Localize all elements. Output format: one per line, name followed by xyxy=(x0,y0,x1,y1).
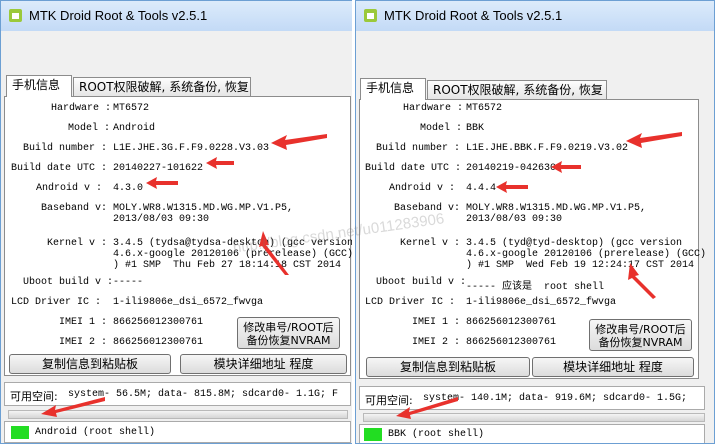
value-android: 4.3.0 xyxy=(113,183,144,194)
tab-phone-info[interactable]: 手机信息 xyxy=(6,75,72,97)
label-imei1: IMEI 1 : xyxy=(412,317,461,328)
arrow-icon xyxy=(626,132,682,148)
value-uboot: ----- 应该是 root shell xyxy=(466,282,605,293)
value-lcd-driver: 1-ili9806e_dsi_6572_fwvga xyxy=(113,297,264,308)
window-left: MTK Droid Root & Tools v2.5.1 手机信息 ROOT权… xyxy=(0,0,354,444)
arrow-icon xyxy=(551,161,581,173)
arrow-icon xyxy=(271,134,327,150)
label-android: Android v : xyxy=(36,183,103,194)
label-imei2: IMEI 2 : xyxy=(59,337,108,348)
label-lcd-driver: LCD Driver IC : xyxy=(11,297,102,308)
label-uboot: Uboot build v : xyxy=(376,277,467,288)
value-model: Android xyxy=(113,123,156,134)
arrow-icon xyxy=(206,157,234,169)
copy-info-button[interactable]: 复制信息到粘贴板 xyxy=(366,357,530,377)
value-uboot: ----- xyxy=(113,277,144,288)
root-status-indicator xyxy=(364,428,382,441)
value-imei1: 866256012300761 xyxy=(466,317,557,328)
label-imei2: IMEI 2 : xyxy=(412,337,461,348)
value-imei2: 866256012300761 xyxy=(466,337,557,348)
value-build-date: 20140219-042630 xyxy=(466,163,557,174)
label-model: Model : xyxy=(420,123,463,134)
label-hardware: Hardware : xyxy=(51,103,112,114)
value-hardware: MT6572 xyxy=(466,103,503,114)
toolbar-area xyxy=(356,31,714,73)
imei-button-line2: 备份恢复NVRAM xyxy=(598,336,683,349)
imei-nvram-button[interactable]: 修改串号/ROOT后 备份恢复NVRAM xyxy=(237,317,340,349)
block-address-button[interactable]: 模块详细地址 程度 xyxy=(180,354,347,374)
value-build-date: 20140227-101622 xyxy=(113,163,204,174)
label-lcd-driver: LCD Driver IC : xyxy=(365,297,456,308)
label-android: Android v : xyxy=(389,183,456,194)
android-app-icon xyxy=(9,9,22,22)
block-address-button[interactable]: 模块详细地址 程度 xyxy=(532,357,694,377)
device-status: Android (root shell) xyxy=(35,427,156,438)
arrow-icon xyxy=(628,263,656,299)
label-build-date: Build date UTC : xyxy=(11,163,108,174)
value-baseband: MOLY.WR8.W1315.MD.WG.MP.V1.P5, 2013/08/0… xyxy=(113,203,294,225)
label-hardware: Hardware : xyxy=(403,103,464,114)
window-title: MTK Droid Root & Tools v2.5.1 xyxy=(29,8,208,23)
value-imei1: 866256012300761 xyxy=(113,317,204,328)
value-imei2: 866256012300761 xyxy=(113,337,204,348)
imei-button-line2: 备份恢复NVRAM xyxy=(246,334,331,347)
status-box: Android (root shell) xyxy=(4,421,351,443)
value-android: 4.4.4 xyxy=(466,183,497,194)
copy-info-button[interactable]: 复制信息到粘贴板 xyxy=(9,354,171,374)
value-model: BBK xyxy=(466,123,485,134)
android-app-icon xyxy=(364,9,377,22)
label-uboot: Uboot build v : xyxy=(23,277,114,288)
status-box: BBK (root shell) xyxy=(359,424,705,443)
root-status-indicator xyxy=(11,426,29,439)
value-kernel: 3.4.5 (tyd@tyd-desktop) (gcc version 4.6… xyxy=(466,238,707,271)
label-kernel: Kernel v : xyxy=(400,238,461,249)
arrow-icon xyxy=(146,177,178,189)
arrow-icon xyxy=(396,397,458,419)
value-build-number: L1E.JHE.BBK.F.F9.0219.V3.02 xyxy=(466,143,629,154)
window-title: MTK Droid Root & Tools v2.5.1 xyxy=(384,8,563,23)
value-build-number: L1E.JHE.3G.F.F9.0228.V3.03 xyxy=(113,143,270,154)
value-baseband: MOLY.WR8.W1315.MD.WG.MP.V1.P5, 2013/08/0… xyxy=(466,203,647,225)
arrow-icon xyxy=(41,397,105,417)
imei-button-line1: 修改串号/ROOT后 xyxy=(243,321,334,334)
space-text: system- 140.1M; data- 919.6M; sdcard0- 1… xyxy=(423,393,688,404)
imei-button-line1: 修改串号/ROOT后 xyxy=(595,323,686,336)
tab-root-backup[interactable]: ROOT权限破解, 系统备份, 恢复 xyxy=(427,80,607,100)
imei-nvram-button[interactable]: 修改串号/ROOT后 备份恢复NVRAM xyxy=(589,319,692,351)
toolbar-area xyxy=(1,31,353,73)
value-lcd-driver: 1-ili9806e_dsi_6572_fwvga xyxy=(466,297,617,308)
label-kernel: Kernel v : xyxy=(47,238,108,249)
space-text: system- 56.5M; data- 815.8M; sdcard0- 1.… xyxy=(68,389,339,400)
value-hardware: MT6572 xyxy=(113,103,150,114)
device-status: BBK (root shell) xyxy=(388,429,485,440)
title-bar[interactable]: MTK Droid Root & Tools v2.5.1 xyxy=(356,1,714,31)
label-build-number: Build number : xyxy=(23,143,108,154)
label-build-date: Build date UTC : xyxy=(365,163,462,174)
arrow-icon xyxy=(496,181,528,193)
tab-phone-info[interactable]: 手机信息 xyxy=(360,78,426,100)
label-model: Model : xyxy=(68,123,111,134)
label-baseband: Baseband v: xyxy=(41,203,108,214)
tab-root-backup[interactable]: ROOT权限破解, 系统备份, 恢复 xyxy=(73,77,251,97)
label-build-number: Build number : xyxy=(376,143,461,154)
label-imei1: IMEI 1 : xyxy=(59,317,108,328)
title-bar[interactable]: MTK Droid Root & Tools v2.5.1 xyxy=(1,1,353,31)
